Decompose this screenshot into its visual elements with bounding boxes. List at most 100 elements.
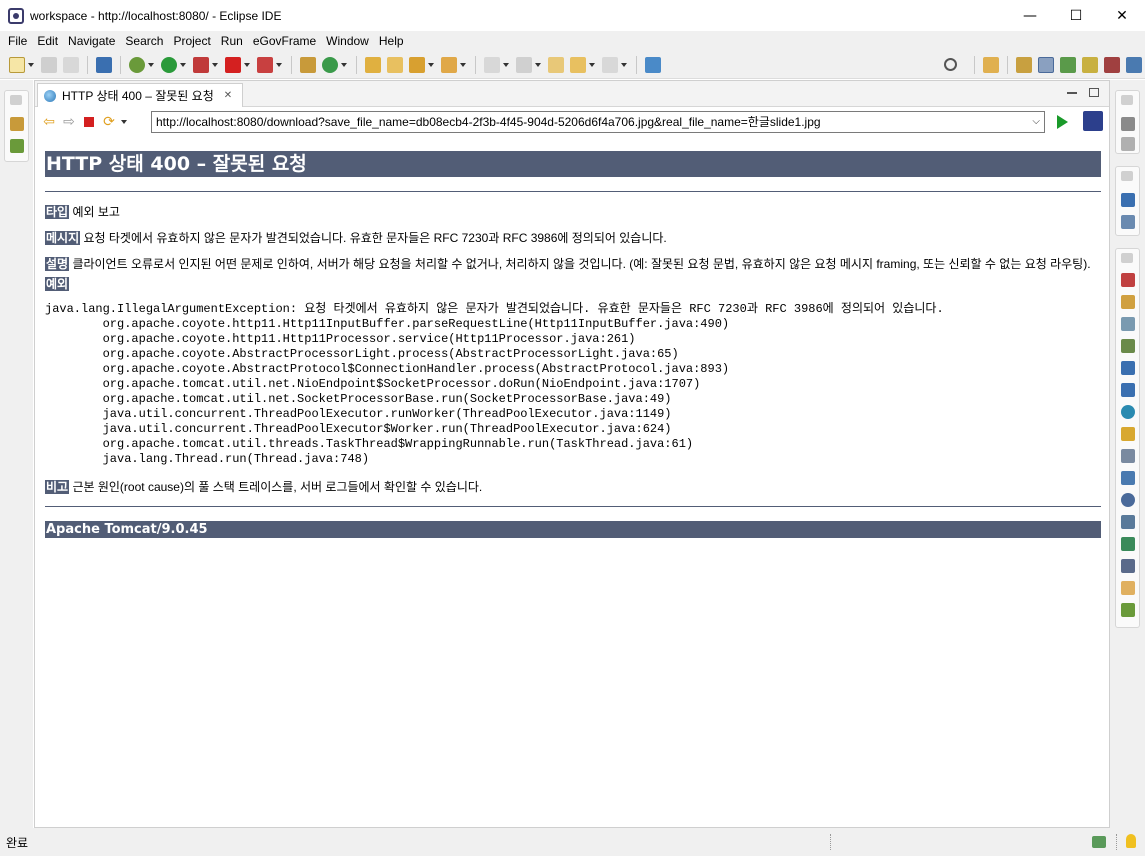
team-perspective-icon[interactable] bbox=[1104, 56, 1120, 73]
left-trim-stack bbox=[0, 80, 33, 828]
external-tools-dropdown-icon[interactable] bbox=[212, 62, 218, 67]
new-dropdown-icon[interactable] bbox=[28, 62, 34, 67]
message-line: 메시지 요청 타겟에서 유효하지 않은 문자가 발견되었습니다. 유효한 문자들… bbox=[45, 231, 1101, 246]
properties-icon[interactable] bbox=[1121, 215, 1135, 229]
forward-dropdown-icon[interactable] bbox=[621, 62, 627, 67]
servers-icon[interactable] bbox=[1121, 339, 1135, 353]
search-icon[interactable] bbox=[944, 58, 957, 71]
search-tool-dropdown-icon[interactable] bbox=[428, 62, 434, 67]
console-icon[interactable] bbox=[1121, 383, 1135, 397]
tasks-icon[interactable] bbox=[1121, 449, 1135, 463]
menu-search[interactable]: Search bbox=[120, 34, 168, 48]
menu-help[interactable]: Help bbox=[374, 34, 409, 48]
pin-editor-icon[interactable] bbox=[645, 56, 661, 73]
menu-window[interactable]: Window bbox=[321, 34, 374, 48]
terminal-icon[interactable] bbox=[96, 56, 112, 73]
back-dropdown-icon[interactable] bbox=[589, 62, 595, 67]
stop-icon[interactable] bbox=[81, 114, 97, 130]
bookmarks-icon[interactable] bbox=[1121, 471, 1135, 485]
menu-file[interactable]: File bbox=[3, 34, 32, 48]
run-dropdown-icon[interactable] bbox=[180, 62, 186, 67]
menu-edit[interactable]: Edit bbox=[32, 34, 63, 48]
menu-run[interactable]: Run bbox=[216, 34, 248, 48]
back-icon[interactable] bbox=[570, 56, 586, 73]
history-icon[interactable] bbox=[1121, 537, 1135, 551]
tip-bulb-icon[interactable] bbox=[1126, 834, 1136, 848]
close-tab-icon[interactable]: ✕ bbox=[224, 90, 232, 101]
minimize-editor-icon[interactable] bbox=[1067, 92, 1077, 94]
previous-annotation-icon[interactable] bbox=[516, 56, 532, 73]
error-log-icon[interactable] bbox=[1121, 581, 1135, 595]
snippets-icon[interactable] bbox=[1121, 427, 1135, 441]
open-task-icon[interactable] bbox=[387, 56, 403, 73]
exception-label: 예외 bbox=[45, 277, 70, 291]
maximize-editor-icon[interactable] bbox=[1089, 88, 1099, 97]
save-all-icon[interactable] bbox=[63, 56, 79, 73]
git-perspective-icon[interactable] bbox=[1126, 56, 1142, 73]
hierarchy-icon[interactable] bbox=[1121, 193, 1135, 207]
open-external-browser-icon[interactable] bbox=[1083, 111, 1103, 131]
profile-dropdown-icon[interactable] bbox=[276, 62, 282, 67]
java-perspective-icon[interactable] bbox=[1082, 56, 1098, 73]
open-perspective-icon[interactable] bbox=[983, 56, 999, 73]
toolbar-separator bbox=[87, 55, 88, 74]
new-class-dropdown-icon[interactable] bbox=[341, 62, 347, 67]
go-icon[interactable] bbox=[1057, 115, 1068, 129]
restore-icon[interactable] bbox=[10, 95, 22, 105]
stop-dropdown-icon[interactable] bbox=[244, 62, 250, 67]
problems-icon[interactable] bbox=[1121, 273, 1135, 287]
refresh-icon[interactable]: ⟳ bbox=[101, 114, 117, 130]
data-source-icon[interactable] bbox=[1121, 361, 1135, 375]
new-icon[interactable] bbox=[9, 56, 25, 73]
profile-icon[interactable] bbox=[257, 56, 273, 73]
menu-navigate[interactable]: Navigate bbox=[63, 34, 120, 48]
save-icon[interactable] bbox=[41, 56, 57, 73]
menu-project[interactable]: Project bbox=[168, 34, 215, 48]
debug-dropdown-icon[interactable] bbox=[148, 62, 154, 67]
package-explorer-icon[interactable] bbox=[10, 117, 24, 131]
new-package-icon[interactable] bbox=[300, 56, 316, 73]
javadoc-icon[interactable] bbox=[1121, 295, 1135, 309]
annotation-dropdown-icon[interactable] bbox=[460, 62, 466, 67]
progress-view-icon[interactable] bbox=[1092, 836, 1106, 848]
annotation-icon[interactable] bbox=[441, 56, 457, 73]
new-class-icon[interactable] bbox=[322, 56, 338, 73]
close-button[interactable]: ✕ bbox=[1099, 0, 1145, 31]
tab-browser[interactable]: HTTP 상태 400 – 잘못된 요청 ✕ bbox=[37, 83, 243, 107]
java-ee-perspective-icon[interactable] bbox=[1016, 56, 1032, 73]
refresh-dropdown-icon[interactable] bbox=[121, 120, 127, 124]
forward-icon[interactable] bbox=[602, 56, 618, 73]
declaration-icon[interactable] bbox=[1121, 317, 1135, 331]
minimize-view-icon[interactable] bbox=[1121, 137, 1135, 151]
outline-view-icon[interactable] bbox=[1121, 117, 1135, 131]
progress-icon[interactable] bbox=[1121, 559, 1135, 573]
menu-egovframe[interactable]: eGovFrame bbox=[248, 34, 321, 48]
stack-frame-text: org.apache.coyote.AbstractProtocol$Conne… bbox=[102, 362, 730, 376]
navigator-icon[interactable] bbox=[10, 139, 24, 153]
last-edit-icon[interactable] bbox=[548, 56, 564, 73]
search-results-icon[interactable] bbox=[1121, 493, 1135, 507]
debug-perspective-icon[interactable] bbox=[1060, 56, 1076, 73]
back-arrow-icon[interactable]: ⇦ bbox=[41, 114, 57, 130]
restore-icon[interactable] bbox=[1121, 95, 1133, 105]
stop-server-icon[interactable] bbox=[225, 56, 241, 73]
next-annotation-dropdown-icon[interactable] bbox=[503, 62, 509, 67]
egov-perspective-icon[interactable] bbox=[1038, 56, 1054, 73]
url-dropdown-icon[interactable]: ⌵ bbox=[1032, 112, 1040, 132]
external-tools-icon[interactable] bbox=[193, 56, 209, 73]
url-field[interactable]: http://localhost:8080/download?save_file… bbox=[151, 111, 1045, 133]
debug-icon[interactable] bbox=[129, 56, 145, 73]
run-icon[interactable] bbox=[161, 56, 177, 73]
minimize-button[interactable]: — bbox=[1007, 0, 1053, 31]
restore-icon[interactable] bbox=[1121, 253, 1133, 263]
next-annotation-icon[interactable] bbox=[484, 56, 500, 73]
table-view-icon[interactable] bbox=[1121, 515, 1135, 529]
search-tool-icon[interactable] bbox=[409, 56, 425, 73]
at-sign-icon[interactable] bbox=[1121, 405, 1135, 419]
restore-icon[interactable] bbox=[1121, 171, 1133, 181]
forward-arrow-icon[interactable]: ⇨ bbox=[61, 114, 77, 130]
maximize-button[interactable]: ☐ bbox=[1053, 0, 1099, 31]
previous-annotation-dropdown-icon[interactable] bbox=[535, 62, 541, 67]
open-type-icon[interactable] bbox=[365, 56, 381, 73]
junit-icon[interactable] bbox=[1121, 603, 1135, 617]
